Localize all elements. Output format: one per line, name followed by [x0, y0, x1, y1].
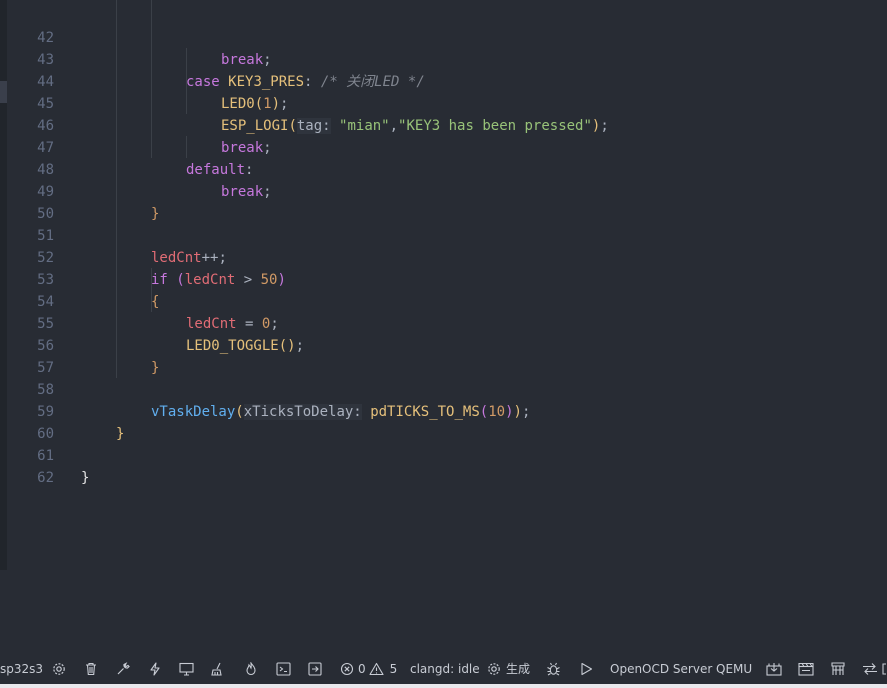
- terminal-icon[interactable]: [276, 654, 291, 684]
- code-line: 53 {: [0, 247, 887, 310]
- swap-icon[interactable]: [862, 654, 878, 684]
- status-bar: sp32s3 0 5 clangd: idle 生成 OpenOCD Serve…: [0, 654, 887, 684]
- run-icon[interactable]: [580, 654, 593, 684]
- trash-icon[interactable]: [84, 654, 98, 684]
- window-bottom-edge: [0, 684, 887, 688]
- broom-icon[interactable]: [210, 654, 225, 684]
- clapper-icon[interactable]: [798, 654, 814, 684]
- build-button[interactable]: 生成: [487, 654, 530, 684]
- code-line: 50: [0, 181, 887, 222]
- line-number: 62: [37, 470, 54, 486]
- qemu-button[interactable]: QEMU: [716, 654, 752, 684]
- code-line: 47 default:: [0, 115, 887, 178]
- code-line: 46 break;: [0, 93, 887, 156]
- wrench-icon[interactable]: [116, 654, 130, 684]
- code-line: 48 break;: [0, 137, 887, 200]
- code-line: 56 }: [0, 313, 887, 376]
- code-line: 51 ledCnt++;: [0, 203, 887, 266]
- error-icon: [340, 662, 354, 676]
- build-gear-icon: [488, 663, 500, 675]
- code-line: 45 ESP_LOGI(tag: "mian","KEY3 has been p…: [0, 71, 887, 134]
- code-editor[interactable]: 42 break; 43 case KEY3_PRES: /* 关闭LED */…: [0, 0, 887, 650]
- code-line: 54 ledCnt = 0;: [0, 269, 887, 332]
- flame-icon[interactable]: [244, 654, 258, 684]
- error-count: 0: [358, 662, 366, 676]
- code-line: 55 LED0_TOGGLE();: [0, 291, 887, 354]
- exit-icon[interactable]: [308, 654, 322, 684]
- code-line: 58 vTaskDelay(xTicksToDelay: pdTICKS_TO_…: [0, 357, 887, 420]
- monitor-icon[interactable]: [179, 654, 194, 684]
- bug-icon[interactable]: [546, 654, 561, 684]
- bracket: }: [81, 470, 90, 486]
- problems-indicator[interactable]: 0 5: [340, 654, 397, 684]
- gear-icon[interactable]: [52, 654, 66, 684]
- warning-count: 5: [389, 662, 398, 676]
- code-line: 52 if (ledCnt > 50): [0, 225, 887, 288]
- code-line: 49 }: [0, 159, 887, 222]
- nuts-icon[interactable]: [830, 654, 846, 684]
- clangd-status[interactable]: clangd: idle: [410, 654, 480, 684]
- download-icon[interactable]: [766, 654, 782, 684]
- openocd-server-button[interactable]: OpenOCD Server: [610, 654, 712, 684]
- build-label: 生成: [506, 662, 531, 676]
- code-line: 61 }: [0, 423, 887, 486]
- code-line: 62: [0, 445, 887, 486]
- code-line: 43 case KEY3_PRES: /* 关闭LED */: [0, 27, 887, 90]
- target-chip[interactable]: sp32s3: [0, 654, 43, 684]
- code-line: 44 LED0(1);: [0, 49, 887, 112]
- code-line: 59 }: [0, 379, 887, 442]
- code-line: 42 break;: [0, 5, 887, 68]
- overflow-bracket-icon: [881, 654, 887, 684]
- warning-icon: [369, 662, 384, 676]
- code-line: 57: [0, 335, 887, 376]
- flash-icon[interactable]: [148, 654, 162, 684]
- code-line: 60: [0, 401, 887, 442]
